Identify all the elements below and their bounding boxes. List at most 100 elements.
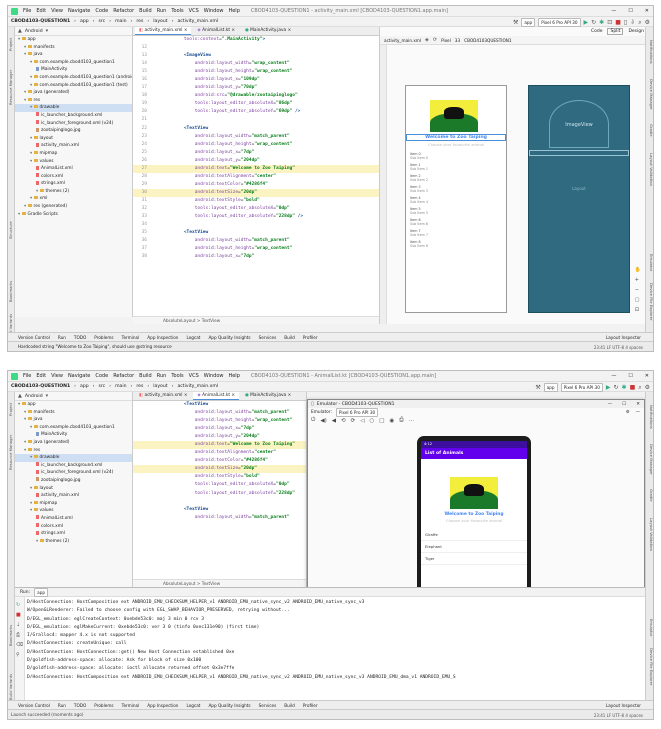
tree-item[interactable]: ▾ res [15,447,132,455]
menu-item-tools[interactable]: Tools [171,373,183,379]
code-line[interactable]: 12 [133,44,379,52]
tree-item[interactable]: ic_launcher_foreground.xml (v24) [15,469,132,477]
breadcrumb-item[interactable]: src [99,384,106,389]
code-line[interactable]: android:layout_height="wrap_content" [133,417,306,425]
tree-item[interactable]: ▾ app [15,401,132,409]
resource-manager-tab[interactable]: Resource Manager [8,67,15,107]
tree-item[interactable]: ▾ res [15,97,132,105]
close-tab-icon[interactable]: × [230,28,235,33]
bottom-tab[interactable]: Problems [94,335,113,340]
tree-item[interactable]: strings.xml [15,180,132,188]
apply-changes-icon[interactable]: ↻ [614,384,619,391]
bottom-tab[interactable]: TODO [74,335,86,340]
tree-item[interactable]: ▾ java (generated) [15,89,132,97]
pan-icon[interactable]: ✋ [635,267,641,273]
emulator-device-tab[interactable]: Pixel 6 Pro API 30 [335,407,379,417]
rerun-icon[interactable]: ↻ [16,600,23,610]
bottom-tab[interactable]: Profiler [303,335,318,340]
bookmarks-tab[interactable]: Bookmarks [8,622,15,648]
tree-item[interactable]: strings.xml [15,530,132,538]
menu-item-window[interactable]: Window [204,8,224,14]
rotate-right-icon[interactable]: ⟳ [351,418,356,424]
back-icon[interactable]: ◁ [360,418,364,424]
breadcrumb-item[interactable]: main [115,19,126,24]
debug-icon[interactable]: ✱ [622,384,627,391]
clear-icon[interactable]: ⌫ [16,640,23,650]
menu-item-view[interactable]: View [51,8,63,14]
tree-item[interactable]: zootaipinglogo.jpg [15,127,132,135]
tree-item[interactable]: ▾ manifests [15,44,132,52]
bottom-tab[interactable]: Services [259,703,277,708]
search-icon[interactable]: ⌕ [638,384,641,392]
overview-icon[interactable]: □ [379,418,384,424]
design-mode-button[interactable]: Design [628,29,644,34]
breadcrumb-item[interactable]: activity_main.xml [177,384,218,389]
code-line[interactable]: 16 android:layout_x="109dp" [133,76,379,84]
bottom-tab[interactable]: Run [58,335,66,340]
device-file-explorer-tab[interactable]: Device File Explorer [646,647,653,687]
code-line[interactable]: android:textStyle="bold" [133,473,306,481]
blueprint-preview[interactable]: ImageView Layout [528,85,630,313]
split-mode-button[interactable]: Split [607,28,624,35]
tree-item[interactable]: ▾ themes (2) [15,188,132,196]
run-config-select[interactable]: app [521,18,536,27]
code-line[interactable]: <TextView [133,506,306,514]
code-line[interactable]: 27 android:text="Welcome to Zoo Taiping" [133,164,379,173]
menu-item-run[interactable]: Run [157,8,167,14]
breadcrumb-item[interactable]: app [80,384,89,389]
breadcrumb-item[interactable]: res [136,19,143,24]
menu-item-code[interactable]: Code [95,373,108,379]
breadcrumb-item[interactable]: app [80,19,89,24]
code-line[interactable]: android:layout_width="match_parent" [133,409,306,417]
tree-item[interactable]: ▾ layout [15,135,132,143]
code-line[interactable]: 35 <TextView [133,229,379,237]
actual-size-icon[interactable]: ⊡ [635,307,641,313]
code-line[interactable]: 28 android:textAlignment="center" [133,173,379,181]
layout-validation-tab[interactable]: Layout Validation [646,149,653,189]
close-tab-icon[interactable]: × [286,393,292,398]
editor-tab[interactable]: ◧ activity_main.xml × [135,392,191,400]
scroll-end-icon[interactable]: ⇣ [16,620,23,630]
bottom-tab[interactable]: Logcat [186,335,200,340]
gradle-tab[interactable]: Gradle [646,484,653,506]
tree-item[interactable]: ▾ themes (2) [15,538,132,546]
extended-controls-icon[interactable]: ⋯ [409,418,415,424]
close-icon[interactable]: ✕ [645,6,649,16]
code-line[interactable]: android:textSize="20dp" [133,465,306,474]
stop-icon[interactable]: ■ [630,384,636,391]
menu-item-edit[interactable]: Edit [36,373,46,379]
menu-item-build[interactable]: Build [139,373,152,379]
code-line[interactable]: 20 tools:layout_editor_absoluteY="69dp" … [133,108,379,116]
close-icon[interactable]: ✕ [645,371,649,381]
code-line[interactable]: 15 android:layout_height="wrap_content" [133,68,379,76]
pin-icon[interactable]: ⚲ [16,650,23,660]
menu-item-window[interactable]: Window [204,373,224,379]
code-area[interactable]: tools:context=".MainActivity"> 12 13 <Imag… [133,36,379,261]
minimize-icon[interactable]: — [611,6,616,16]
volume-up-icon[interactable]: ◀) [320,418,326,424]
tree-item[interactable]: ▾ java [15,51,132,59]
breadcrumb-item[interactable]: CBOD4103-QUESTION1 [11,384,70,389]
volume-down-icon[interactable]: ◀ [332,418,336,424]
apply-changes-icon[interactable]: ↻ [591,19,596,26]
tree-item[interactable]: ▾ drawable [15,104,132,112]
stop-icon[interactable]: ■ [615,19,621,26]
bottom-tab[interactable]: TODO [74,703,86,708]
code-line[interactable]: 14 android:layout_width="wrap_content" [133,60,379,68]
layout-inspector-tab[interactable]: Layout Inspector [606,335,653,340]
code-line[interactable]: 24 android:layout_height="wrap_content" [133,141,379,149]
code-line[interactable]: 36 android:layout_width="match_parent" [133,237,379,245]
code-line[interactable]: android:text="Welcome to Zoo Taiping" [133,441,306,450]
menu-item-navigate[interactable]: Navigate [68,8,90,14]
notifications-tab[interactable]: Notifications [646,400,653,434]
design-preview[interactable]: Welcome to Zoo Taiping Choose your favou… [405,85,507,313]
editor-breadcrumb[interactable]: AbsoluteLayout > TextView [133,316,379,324]
menu-item-refactor[interactable]: Refactor [113,8,134,14]
bookmarks-tab[interactable]: Bookmarks [8,277,15,305]
maximize-icon[interactable]: ☐ [628,6,632,16]
menu-item-help[interactable]: Help [228,373,239,379]
animal-list-item[interactable]: Giraffe [421,529,527,541]
device-select[interactable]: Pixel 6 Pro API 30 [538,18,581,27]
project-view-select[interactable]: Android [25,394,43,399]
code-line[interactable]: android:textColor="#4286f4" [133,457,306,465]
